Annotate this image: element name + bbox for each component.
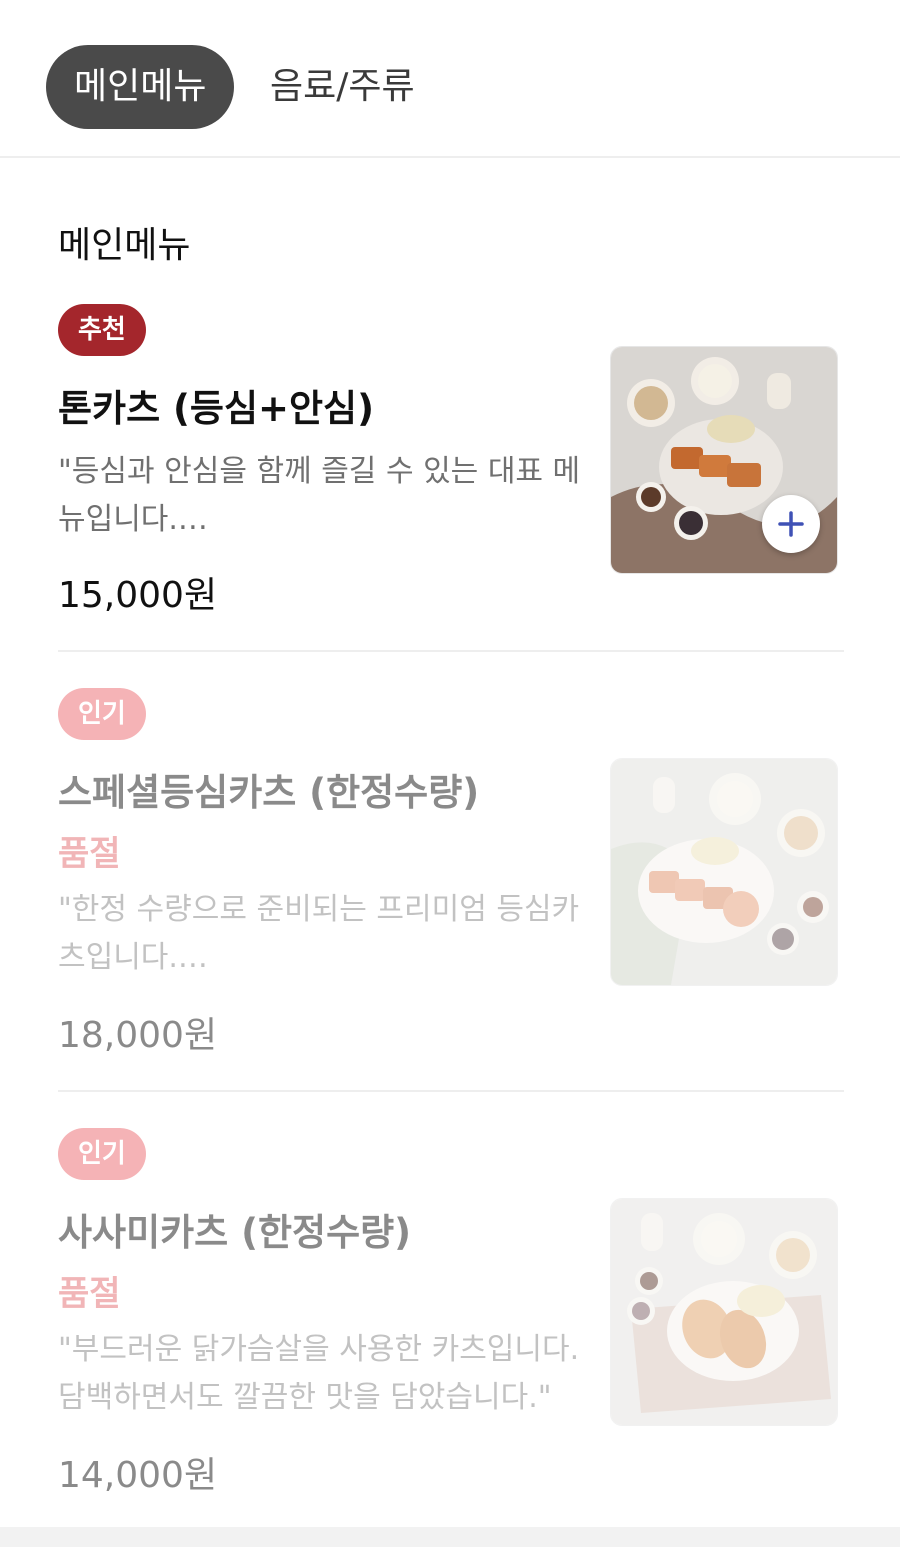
sold-out-label: 품절 <box>58 834 121 874</box>
popular-badge: 인기 <box>58 688 146 740</box>
menu-item-name: 스페셜등심카츠 (한정수량) <box>58 771 480 814</box>
menu-item-price: 15,000원 <box>58 575 218 616</box>
menu-item-description: "등심과 안심을 함께 즐길 수 있는 대표 메뉴입니다.… <box>58 454 581 537</box>
menu-item-description: "한정 수량으로 준비되는 프리미엄 등심카츠입니다.… <box>58 892 580 975</box>
add-to-cart-button[interactable] <box>762 495 820 553</box>
category-tab-bar: 메인메뉴 음료/주류 <box>0 0 900 158</box>
sold-out-label: 품절 <box>58 1274 121 1314</box>
section-title: 메인메뉴 <box>58 225 191 266</box>
tab-drinks[interactable]: 음료/주류 <box>242 45 443 129</box>
menu-item-name: 사사미카츠 (한정수량) <box>58 1211 412 1254</box>
menu-item-price: 18,000원 <box>58 1015 218 1056</box>
sasami-katsu-photo <box>610 1198 838 1426</box>
divider <box>58 650 844 652</box>
menu-item-description: "부드러운 닭가슴살을 사용한 카츠입니다. 담백하면서도 깔끔한 맛을 담았습… <box>58 1332 580 1415</box>
tab-main-menu[interactable]: 메인메뉴 <box>46 45 235 129</box>
plus-icon <box>778 511 804 537</box>
loin-katsu-photo <box>610 758 838 986</box>
divider <box>58 1090 844 1092</box>
popular-badge: 인기 <box>58 1128 146 1180</box>
menu-item-price: 14,000원 <box>58 1455 218 1496</box>
bottom-spacer <box>0 1527 900 1547</box>
menu-item-name: 톤카츠 (등심+안심) <box>58 387 374 430</box>
recommended-badge: 추천 <box>58 304 146 356</box>
